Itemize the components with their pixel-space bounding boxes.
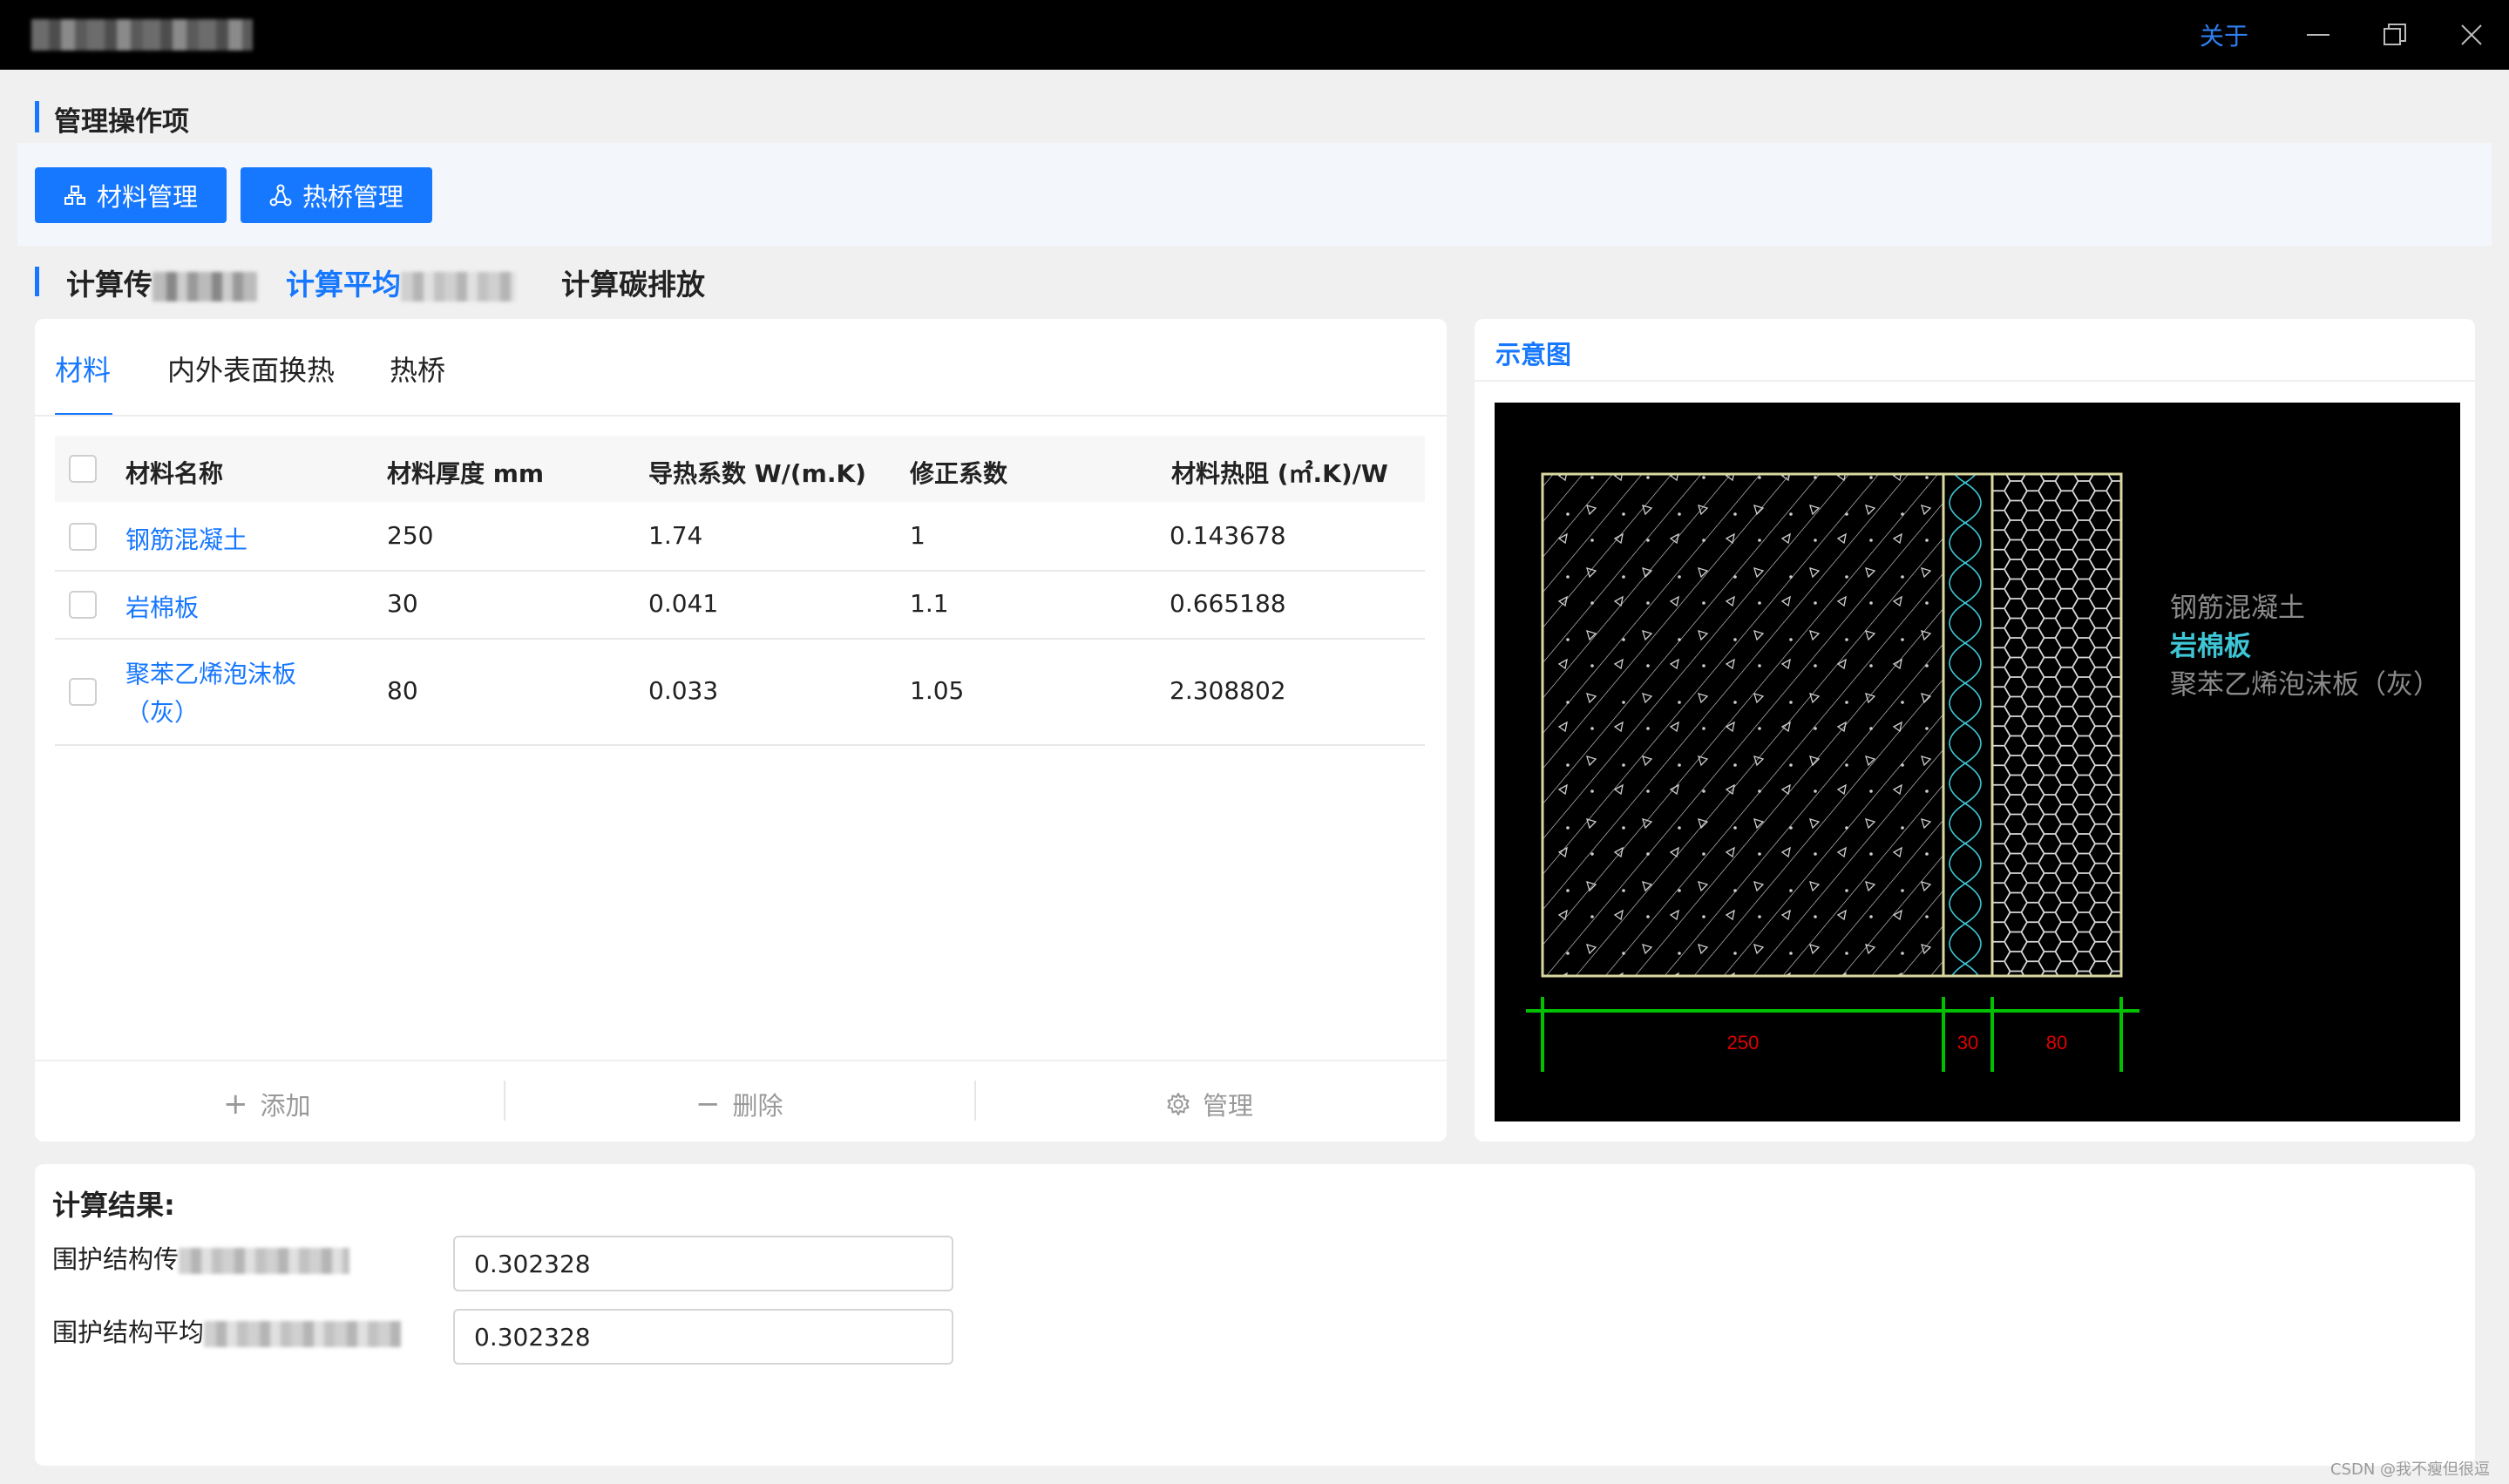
tab-thermal-bridge[interactable]: 热桥 xyxy=(390,349,445,389)
app-title-redacted xyxy=(31,19,253,51)
col-correction-factor: 修正系数 xyxy=(910,459,1008,488)
conductivity-cell: 0.033 xyxy=(648,676,719,705)
manage-button[interactable]: 管理 xyxy=(1166,1086,1253,1122)
tabs-accent-bar xyxy=(35,267,39,296)
ops-title: 管理操作项 xyxy=(54,106,189,138)
thickness-cell: 80 xyxy=(387,676,418,705)
resistance-cell: 0.143678 xyxy=(1170,521,1286,550)
result-label-text: 围护结构平均 xyxy=(52,1318,205,1347)
tab-materials[interactable]: 材料 xyxy=(55,349,111,389)
redacted-text xyxy=(401,271,516,302)
add-label: 添加 xyxy=(260,1091,311,1121)
dimension-label: 80 xyxy=(2046,1032,2067,1054)
redacted-text xyxy=(204,1321,402,1347)
result-value-field[interactable]: 0.302328 xyxy=(453,1236,953,1291)
title-bar: 关于 xyxy=(0,0,2509,70)
thermal-bridge-manage-label: 热桥管理 xyxy=(302,182,403,212)
tab-calc-average[interactable]: 计算平均 xyxy=(286,261,516,303)
sitemap-icon xyxy=(64,186,85,205)
tab-calc-heat-transfer[interactable]: 计算传 xyxy=(66,261,257,303)
manage-label: 管理 xyxy=(1203,1091,1254,1121)
material-name-link[interactable]: 岩棉板 xyxy=(125,589,199,624)
add-button[interactable]: + 添加 xyxy=(223,1086,311,1122)
conductivity-cell: 0.041 xyxy=(648,589,719,618)
results-title: 计算结果: xyxy=(52,1189,175,1222)
table-row[interactable]: 聚苯乙烯泡沫板 （灰） 80 0.033 1.05 2.308802 xyxy=(55,640,1425,746)
result-value-field[interactable]: 0.302328 xyxy=(453,1309,953,1365)
table-header: 材料名称 材料厚度 mm 导热系数 W/(m.K) 修正系数 材料热阻 (㎡.K… xyxy=(55,436,1425,502)
diagram-title: 示意图 xyxy=(1495,340,1572,369)
conductivity-cell: 1.74 xyxy=(648,521,703,550)
select-all-checkbox[interactable] xyxy=(69,455,97,483)
footer-divider xyxy=(35,1060,1447,1061)
thickness-cell: 30 xyxy=(387,589,418,618)
table-row[interactable]: 钢筋混凝土 250 1.74 1 0.143678 xyxy=(55,502,1425,572)
restore-icon[interactable] xyxy=(2372,12,2417,58)
delete-button[interactable]: − 删除 xyxy=(695,1086,783,1122)
redacted-text xyxy=(179,1248,350,1274)
material-name-link[interactable]: 聚苯乙烯泡沫板 xyxy=(125,655,296,690)
section-accent-bar xyxy=(35,101,39,132)
plus-icon: + xyxy=(223,1087,248,1121)
diagram-title-divider xyxy=(1475,380,2475,382)
factor-cell: 1 xyxy=(910,521,926,550)
resistance-cell: 0.665188 xyxy=(1170,589,1286,618)
col-conductivity: 导热系数 W/(m.K) xyxy=(648,459,866,488)
tab-calc-average-label: 计算平均 xyxy=(286,268,401,302)
delete-label: 删除 xyxy=(732,1091,783,1121)
minus-icon: − xyxy=(695,1087,721,1121)
result-label-heat-transfer: 围护结构传 xyxy=(52,1239,350,1276)
material-manage-button[interactable]: 材料管理 xyxy=(35,167,227,223)
tab-divider xyxy=(35,415,1447,417)
footer-separator xyxy=(504,1081,505,1121)
result-label-average: 围护结构平均 xyxy=(52,1312,402,1349)
network-icon xyxy=(269,184,292,207)
resistance-cell: 2.308802 xyxy=(1170,676,1286,705)
legend-concrete: 钢筋混凝土 xyxy=(2170,593,2305,624)
watermark: CSDN @我不瘦但很逗 xyxy=(2330,1460,2491,1479)
row-checkbox[interactable] xyxy=(69,523,97,551)
legend-rockwool: 岩棉板 xyxy=(2169,631,2251,662)
redacted-text xyxy=(153,271,257,302)
footer-separator xyxy=(974,1081,976,1121)
result-label-text: 围护结构传 xyxy=(52,1244,180,1274)
row-checkbox[interactable] xyxy=(69,678,97,706)
factor-cell: 1.05 xyxy=(910,676,965,705)
material-manage-label: 材料管理 xyxy=(96,182,198,212)
dimension-label: 30 xyxy=(1957,1032,1978,1054)
dimension-label: 250 xyxy=(1727,1032,1760,1054)
gear-icon xyxy=(1167,1093,1190,1115)
close-icon[interactable] xyxy=(2449,12,2494,58)
wall-section-diagram: 250 30 80 钢筋混凝土 岩棉板 聚苯乙烯泡沫板（灰） xyxy=(1495,403,2460,1121)
legend-eps: 聚苯乙烯泡沫板（灰） xyxy=(2170,669,2440,701)
tab-calc-carbon[interactable]: 计算碳排放 xyxy=(561,261,705,303)
tab-calc-heat-transfer-label: 计算传 xyxy=(66,268,153,302)
thickness-cell: 250 xyxy=(387,521,434,550)
about-link[interactable]: 关于 xyxy=(2200,17,2248,52)
col-thickness: 材料厚度 mm xyxy=(387,459,545,488)
table-row[interactable]: 岩棉板 30 0.041 1.1 0.665188 xyxy=(55,572,1425,640)
col-thermal-resistance: 材料热阻 (㎡.K)/W xyxy=(1171,459,1388,488)
col-material-name: 材料名称 xyxy=(125,459,224,488)
tab-surface-heat-exchange[interactable]: 内外表面换热 xyxy=(167,349,335,389)
row-checkbox[interactable] xyxy=(69,591,97,619)
factor-cell: 1.1 xyxy=(910,589,949,618)
minimize-icon[interactable] xyxy=(2295,12,2341,58)
material-name-link-line2[interactable]: （灰） xyxy=(125,694,199,728)
thermal-bridge-manage-button[interactable]: 热桥管理 xyxy=(241,167,432,223)
material-name-link[interactable]: 钢筋混凝土 xyxy=(125,521,248,556)
